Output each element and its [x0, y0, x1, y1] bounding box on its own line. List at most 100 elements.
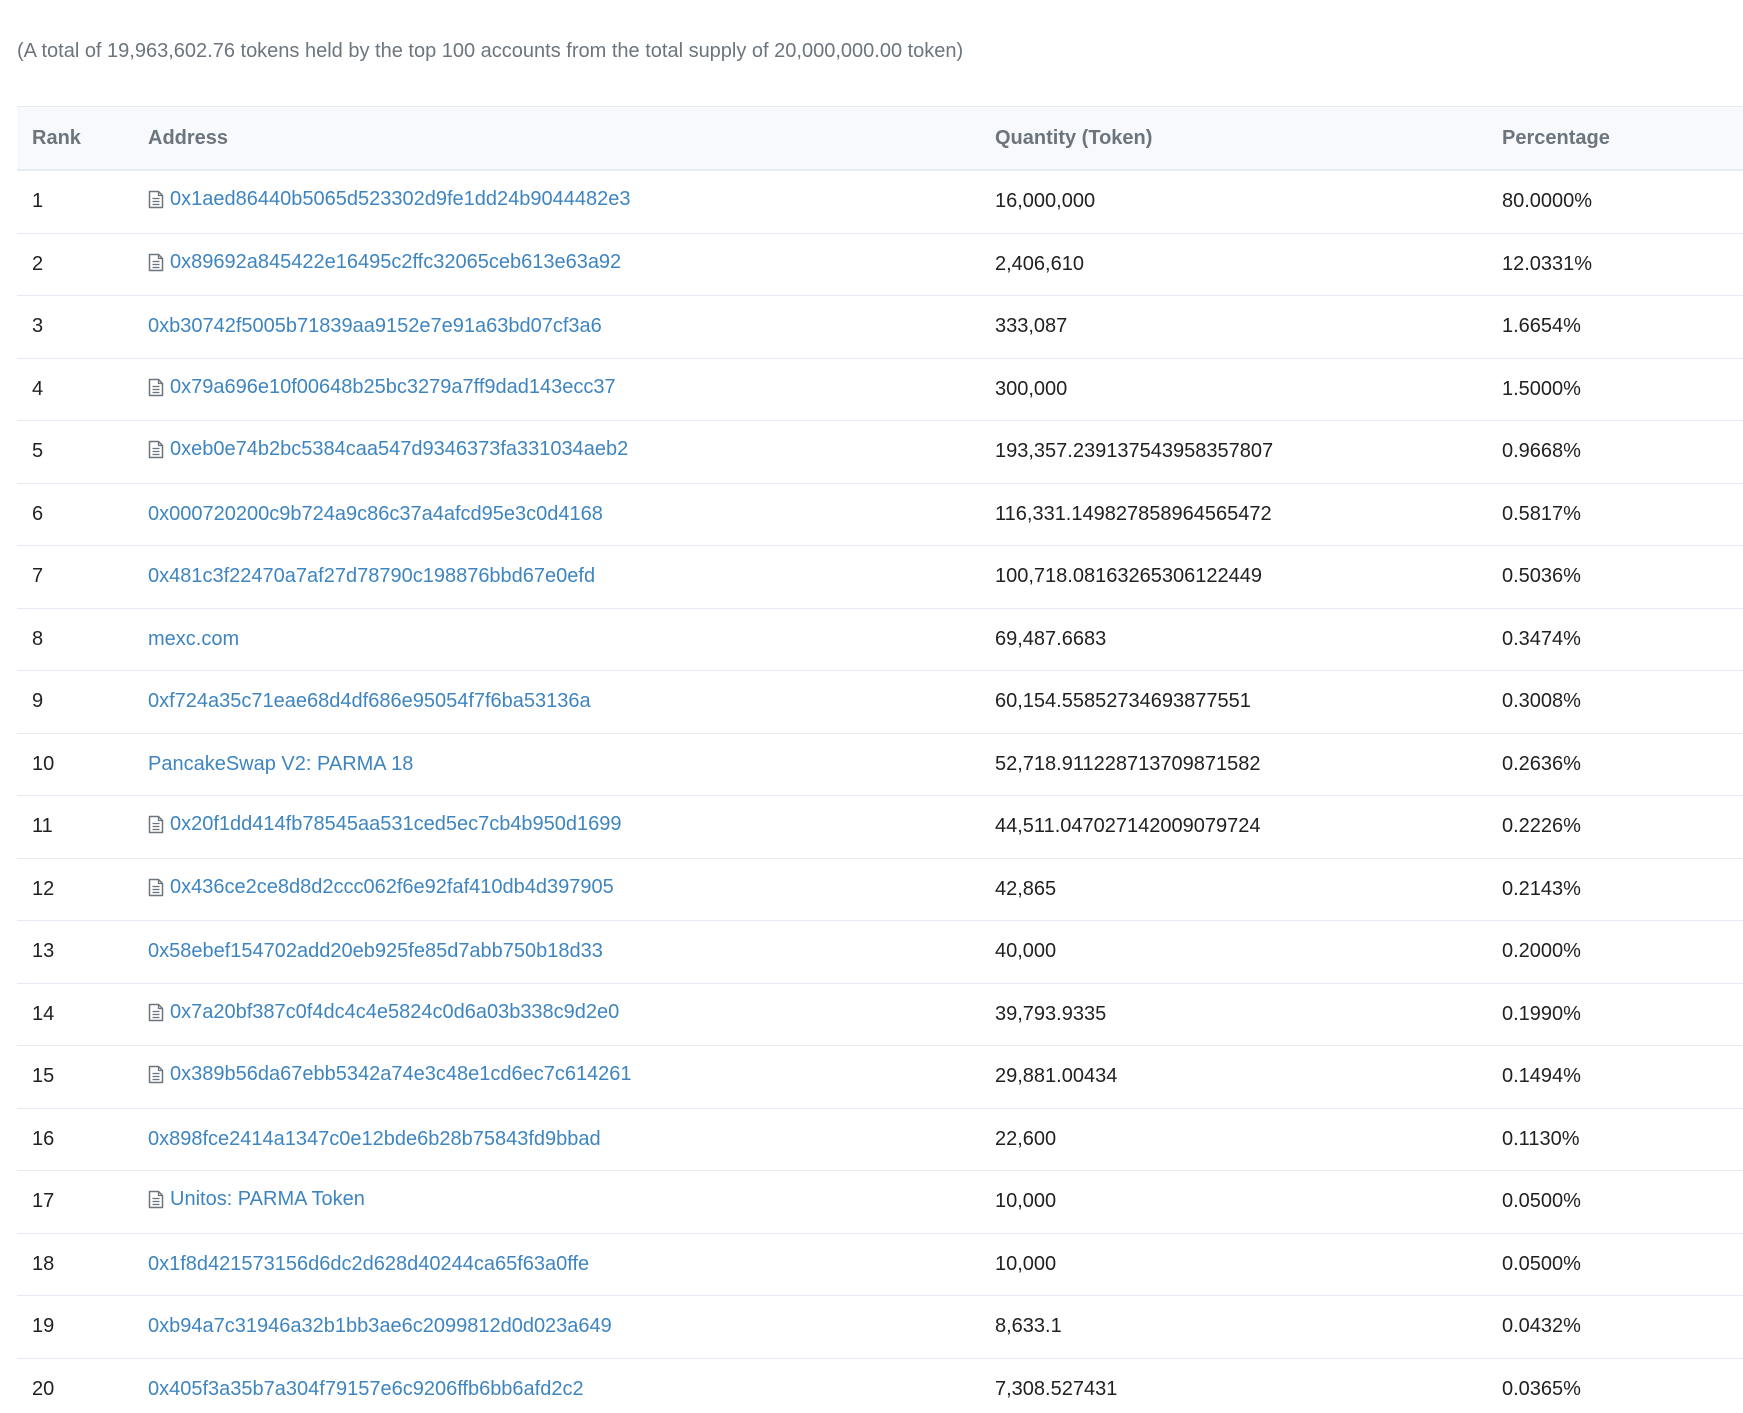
holder-address-link[interactable]: 0xb30742f5005b71839aa9152e7e91a63bd07cf3…	[148, 315, 602, 338]
percentage-cell: 0.1990%	[1487, 983, 1743, 1046]
holder-address-text[interactable]: 0x1f8d421573156d6dc2d628d40244ca65f63a0f…	[148, 1253, 589, 1276]
contract-file-icon	[148, 1190, 164, 1209]
table-row-15: 15 0x389b56da67ebb5342a74e3c48e1cd6ec7c6…	[17, 1045, 1743, 1109]
rank-cell: 11	[17, 795, 133, 859]
holder-address-text[interactable]: 0xb30742f5005b71839aa9152e7e91a63bd07cf3…	[148, 315, 602, 338]
rank-value: 12	[32, 877, 55, 900]
quantity-cell: 8,633.1	[980, 1295, 1487, 1359]
holder-address-text[interactable]: 0x79a696e10f00648b25bc3279a7ff9dad143ecc…	[170, 376, 616, 399]
holder-address-text[interactable]: 0x1aed86440b5065d523302d9fe1dd24b9044482…	[170, 188, 630, 211]
quantity-value: 10,000	[995, 1252, 1057, 1275]
token-holders-table: Rank Address Quantity (Token) Percentage…	[17, 106, 1743, 1413]
holder-address-link[interactable]: 0x79a696e10f00648b25bc3279a7ff9dad143ecc…	[148, 376, 616, 399]
percentage-value: 1.5000%	[1502, 377, 1581, 400]
table-row-19: 19 0xb94a7c31946a32b1bb3ae6c2099812d0d02…	[17, 1295, 1743, 1359]
rank-value: 18	[32, 1252, 55, 1275]
holder-address-link[interactable]: 0x405f3a35b7a304f79157e6c9206ffb6bb6afd2…	[148, 1378, 584, 1401]
percentage-cell: 0.0500%	[1487, 1233, 1743, 1296]
holder-address-text[interactable]: 0x89692a845422e16495c2ffc32065ceb613e63a…	[170, 251, 621, 274]
quantity-cell: 100,718.08163265306122449	[980, 545, 1487, 609]
holder-address-link[interactable]: PancakeSwap V2: PARMA 18	[148, 753, 413, 776]
table-row-8: 8 mexc.com 69,487.6683 0.3474%	[17, 608, 1743, 671]
rank-value: 17	[32, 1190, 55, 1213]
holder-address-text[interactable]: mexc.com	[148, 628, 239, 651]
contract-file-icon	[148, 440, 164, 459]
holder-address-link[interactable]: 0x89692a845422e16495c2ffc32065ceb613e63a…	[148, 251, 621, 274]
percentage-column-header: Percentage	[1487, 106, 1743, 171]
rank-cell: 2	[17, 233, 133, 296]
quantity-value: 52,718.911228713709871582	[995, 752, 1261, 775]
holder-address-text[interactable]: 0x58ebef154702add20eb925fe85d7abb750b18d…	[148, 940, 603, 963]
percentage-cell: 0.1494%	[1487, 1045, 1743, 1109]
holder-address-link[interactable]: 0x389b56da67ebb5342a74e3c48e1cd6ec7c6142…	[148, 1063, 632, 1086]
holder-address-link[interactable]: 0x58ebef154702add20eb925fe85d7abb750b18d…	[148, 940, 603, 963]
holder-address-link[interactable]: 0x000720200c9b724a9c86c37a4afcd95e3c0d41…	[148, 503, 603, 526]
holder-address-text[interactable]: 0x405f3a35b7a304f79157e6c9206ffb6bb6afd2…	[148, 1378, 584, 1401]
holder-address-text[interactable]: PancakeSwap V2: PARMA 18	[148, 753, 413, 776]
address-cell: 0x1f8d421573156d6dc2d628d40244ca65f63a0f…	[133, 1233, 980, 1296]
holder-address-link[interactable]: 0xb94a7c31946a32b1bb3ae6c2099812d0d023a6…	[148, 1315, 612, 1338]
holder-address-text[interactable]: 0x481c3f22470a7af27d78790c198876bbd67e0e…	[148, 565, 595, 588]
percentage-cell: 0.1130%	[1487, 1108, 1743, 1171]
percentage-cell: 0.2000%	[1487, 920, 1743, 984]
rank-cell: 13	[17, 920, 133, 984]
holder-address-link[interactable]: 0x481c3f22470a7af27d78790c198876bbd67e0e…	[148, 565, 595, 588]
quantity-cell: 69,487.6683	[980, 608, 1487, 671]
holder-address-link[interactable]: 0x1aed86440b5065d523302d9fe1dd24b9044482…	[148, 188, 630, 211]
holder-address-link[interactable]: 0xeb0e74b2bc5384caa547d9346373fa331034ae…	[148, 438, 628, 461]
rank-value: 4	[32, 377, 44, 400]
rank-value: 20	[32, 1377, 55, 1400]
percentage-cell: 1.5000%	[1487, 358, 1743, 421]
holder-address-text[interactable]: 0x389b56da67ebb5342a74e3c48e1cd6ec7c6142…	[170, 1063, 632, 1086]
quantity-value: 69,487.6683	[995, 627, 1107, 650]
contract-file-icon	[148, 878, 164, 897]
address-cell: 0xb94a7c31946a32b1bb3ae6c2099812d0d023a6…	[133, 1295, 980, 1359]
rank-cell: 9	[17, 670, 133, 734]
rank-cell: 8	[17, 608, 133, 671]
rank-value: 1	[32, 190, 44, 213]
holder-address-text[interactable]: 0x898fce2414a1347c0e12bde6b28b75843fd9bb…	[148, 1128, 601, 1151]
percentage-value: 0.0500%	[1502, 1190, 1581, 1213]
holder-address-link[interactable]: 0x898fce2414a1347c0e12bde6b28b75843fd9bb…	[148, 1128, 601, 1151]
quantity-cell: 10,000	[980, 1233, 1487, 1296]
quantity-column-header: Quantity (Token)	[980, 106, 1487, 171]
holder-address-link[interactable]: mexc.com	[148, 628, 239, 651]
address-cell: 0x898fce2414a1347c0e12bde6b28b75843fd9bb…	[133, 1108, 980, 1171]
holder-address-link[interactable]: 0x1f8d421573156d6dc2d628d40244ca65f63a0f…	[148, 1253, 589, 1276]
holder-address-text[interactable]: 0xf724a35c71eae68d4df686e95054f7f6ba5313…	[148, 690, 591, 713]
holder-address-link[interactable]: 0x20f1dd414fb78545aa531ced5ec7cb4b950d16…	[148, 813, 622, 836]
quantity-cell: 52,718.911228713709871582	[980, 733, 1487, 796]
holder-address-link[interactable]: 0xf724a35c71eae68d4df686e95054f7f6ba5313…	[148, 690, 591, 713]
holder-address-text[interactable]: 0x436ce2ce8d8d2ccc062f6e92faf410db4d3979…	[170, 876, 614, 899]
rank-cell: 6	[17, 483, 133, 546]
percentage-value: 0.1130%	[1502, 1127, 1580, 1150]
quantity-value: 100,718.08163265306122449	[995, 565, 1262, 588]
quantity-cell: 116,331.149827858964565472	[980, 483, 1487, 546]
rank-cell: 17	[17, 1170, 133, 1234]
holder-address-text[interactable]: 0x7a20bf387c0f4dc4c4e5824c0d6a03b338c9d2…	[170, 1001, 619, 1024]
holder-address-text[interactable]: 0x000720200c9b724a9c86c37a4afcd95e3c0d41…	[148, 503, 603, 526]
holder-address-link[interactable]: 0x7a20bf387c0f4dc4c4e5824c0d6a03b338c9d2…	[148, 1001, 619, 1024]
percentage-cell: 12.0331%	[1487, 233, 1743, 296]
table-row-5: 5 0xeb0e74b2bc5384caa547d9346373fa331034…	[17, 420, 1743, 484]
quantity-cell: 16,000,000	[980, 170, 1487, 234]
quantity-value: 60,154.55852734693877551	[995, 690, 1251, 713]
percentage-value: 0.9668%	[1502, 440, 1581, 463]
percentage-cell: 80.0000%	[1487, 170, 1743, 234]
holder-address-link[interactable]: Unitos: PARMA Token	[148, 1188, 365, 1211]
address-cell: 0x20f1dd414fb78545aa531ced5ec7cb4b950d16…	[133, 795, 980, 859]
address-column-header: Address	[133, 106, 980, 171]
address-cell: 0x7a20bf387c0f4dc4c4e5824c0d6a03b338c9d2…	[133, 983, 980, 1046]
rank-cell: 5	[17, 420, 133, 484]
address-cell: 0x1aed86440b5065d523302d9fe1dd24b9044482…	[133, 170, 980, 234]
table-row-17: 17 Unitos: PARMA Token 10,000 0.0500%	[17, 1170, 1743, 1234]
holder-address-text[interactable]: Unitos: PARMA Token	[170, 1188, 365, 1211]
rank-cell: 4	[17, 358, 133, 421]
rank-value: 5	[32, 440, 44, 463]
percentage-cell: 0.3008%	[1487, 670, 1743, 734]
holder-address-text[interactable]: 0x20f1dd414fb78545aa531ced5ec7cb4b950d16…	[170, 813, 622, 836]
holder-address-link[interactable]: 0x436ce2ce8d8d2ccc062f6e92faf410db4d3979…	[148, 876, 614, 899]
holder-address-text[interactable]: 0xb94a7c31946a32b1bb3ae6c2099812d0d023a6…	[148, 1315, 612, 1338]
holder-address-text[interactable]: 0xeb0e74b2bc5384caa547d9346373fa331034ae…	[170, 438, 628, 461]
percentage-value: 0.5036%	[1502, 565, 1581, 588]
